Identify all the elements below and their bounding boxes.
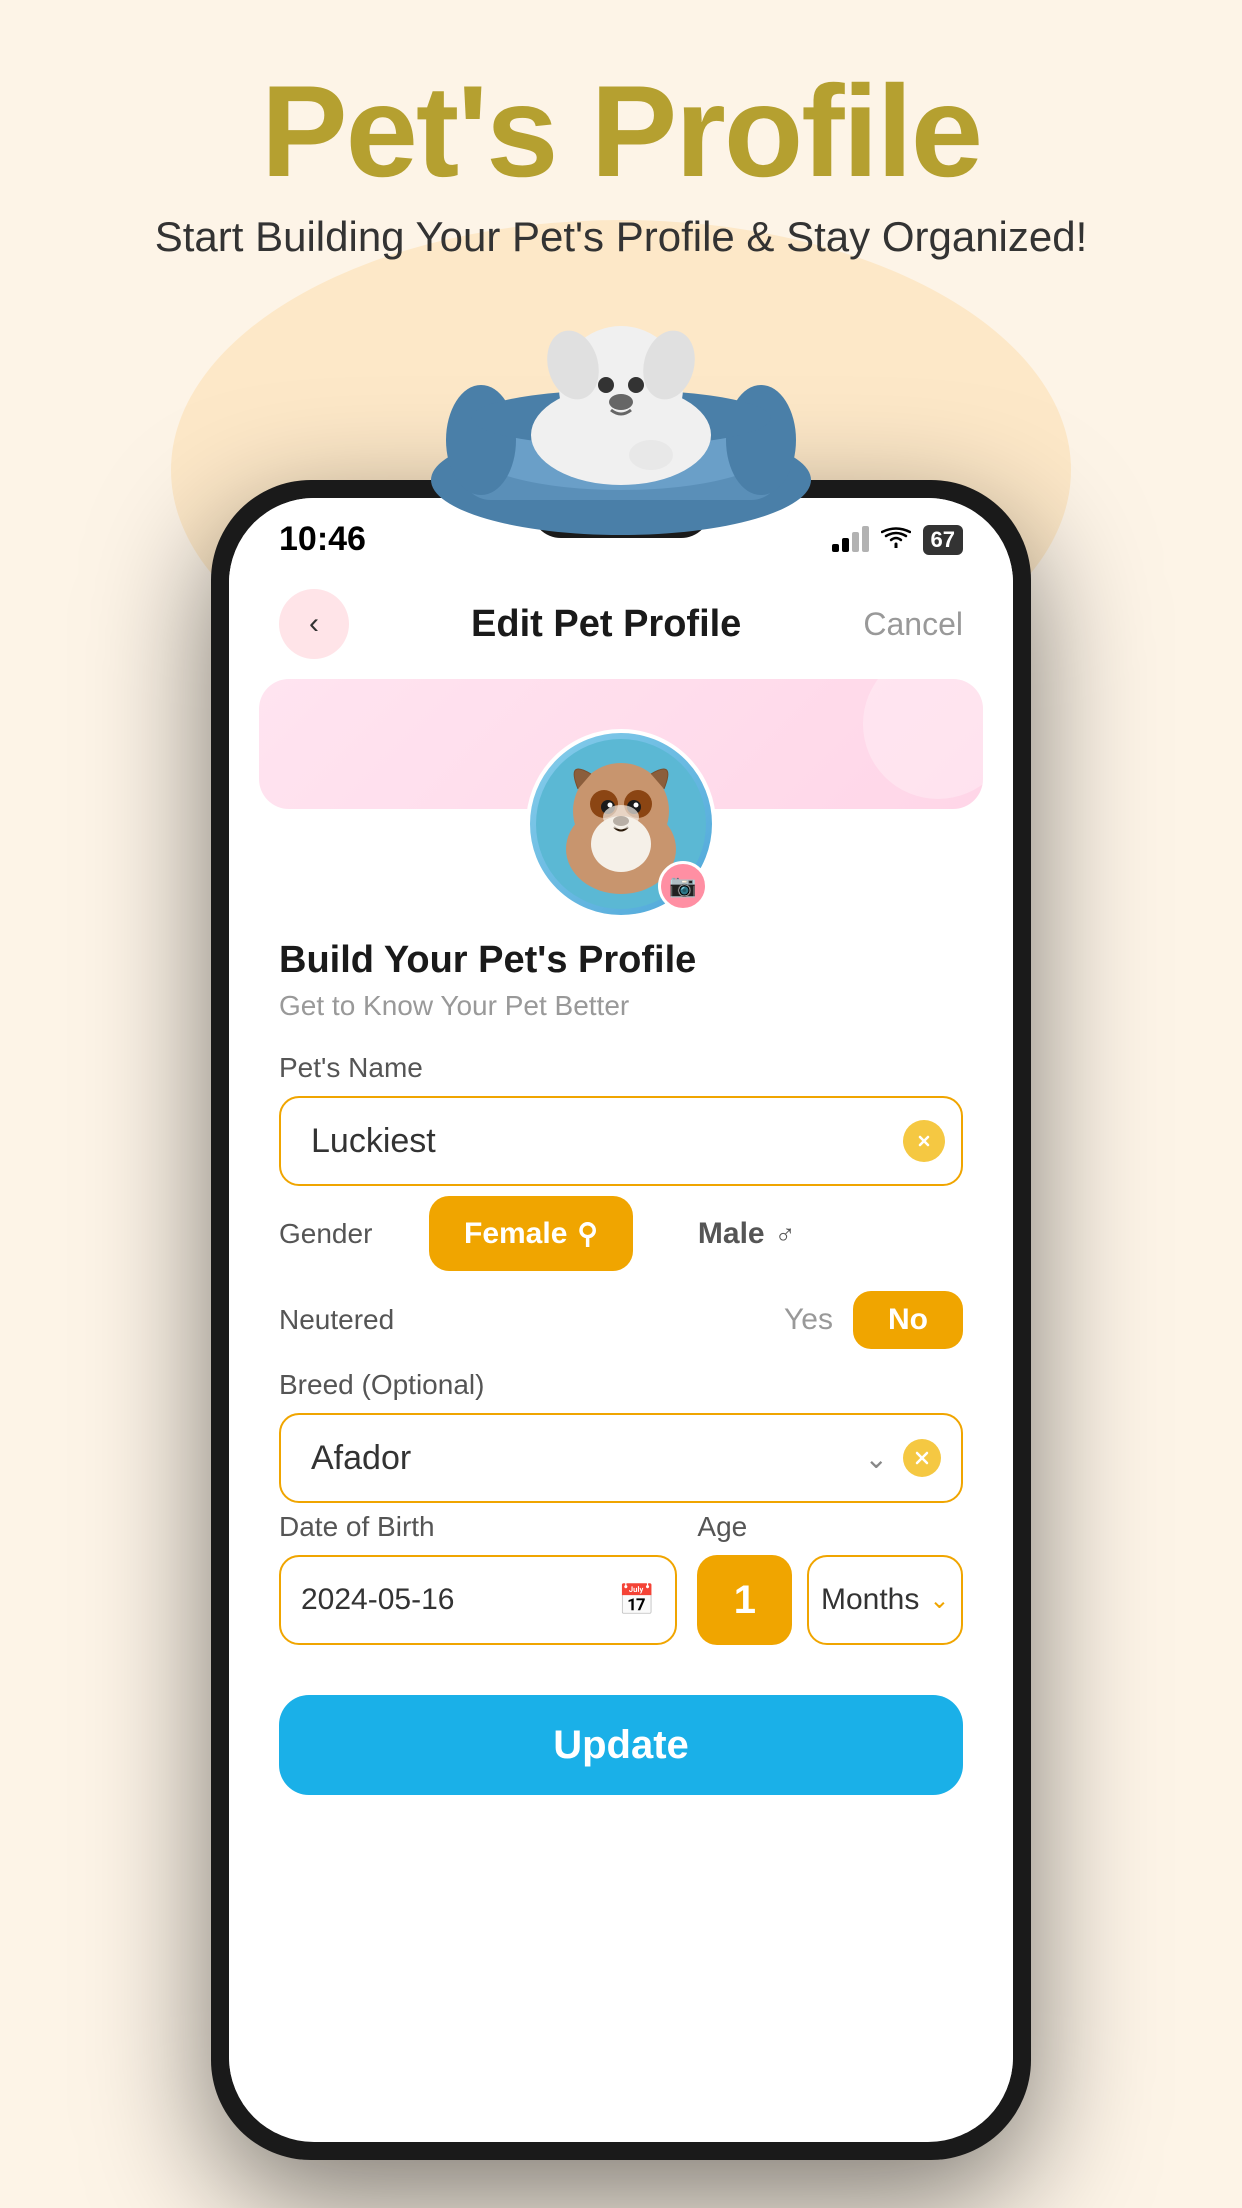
date-age-row: Date of Birth 2024-05-16 📅 Age 1 xyxy=(279,1511,963,1645)
female-symbol-icon: ⚲ xyxy=(577,1217,598,1250)
neutered-toggle-group: Yes No xyxy=(784,1291,963,1349)
age-unit-value: Months xyxy=(821,1583,919,1617)
gender-row: Gender Female ⚲ Male ♂ xyxy=(279,1196,963,1271)
nav-title: Edit Pet Profile xyxy=(471,603,741,646)
page-title: Pet's Profile xyxy=(0,60,1242,203)
back-button[interactable]: ‹ xyxy=(279,589,349,659)
cancel-button[interactable]: Cancel xyxy=(863,606,963,643)
dog-illustration xyxy=(411,240,831,540)
wifi-icon xyxy=(881,524,911,555)
breed-clear-button[interactable] xyxy=(903,1439,941,1477)
header-section: Pet's Profile Start Building Your Pet's … xyxy=(0,60,1242,261)
chevron-down-icon: ⌄ xyxy=(865,1442,888,1475)
dob-label: Date of Birth xyxy=(279,1511,677,1543)
age-number-box[interactable]: 1 xyxy=(697,1555,792,1645)
age-number-value: 1 xyxy=(734,1578,756,1623)
gender-male-button[interactable]: Male ♂ xyxy=(663,1196,831,1271)
age-unit-dropdown[interactable]: Months ⌄ xyxy=(807,1555,963,1645)
neutered-row: Neutered Yes No xyxy=(279,1291,963,1349)
signal-icon xyxy=(832,528,869,552)
form-section: Build Your Pet's Profile Get to Know You… xyxy=(229,919,1013,1675)
phone-device: 10:46 xyxy=(211,480,1031,2160)
camera-badge[interactable]: 📷 xyxy=(658,861,708,911)
form-subheading: Get to Know Your Pet Better xyxy=(279,990,963,1022)
update-button[interactable]: Update xyxy=(279,1695,963,1795)
age-chevron-icon: ⌄ xyxy=(929,1586,949,1615)
neutered-no-button[interactable]: No xyxy=(853,1291,963,1349)
calendar-icon: 📅 xyxy=(618,1583,655,1618)
age-section: Age 1 Months ⌄ xyxy=(697,1511,963,1645)
breed-label: Breed (Optional) xyxy=(279,1369,963,1401)
update-button-label: Update xyxy=(553,1723,689,1768)
clear-icon xyxy=(916,1133,932,1149)
age-label: Age xyxy=(697,1511,963,1543)
breed-value: Afador xyxy=(311,1439,411,1478)
breed-dropdown[interactable]: Afador ⌄ xyxy=(279,1413,963,1503)
status-time: 10:46 xyxy=(279,520,366,559)
camera-icon: 📷 xyxy=(669,873,696,899)
pet-name-label: Pet's Name xyxy=(279,1052,963,1084)
status-icons: 67 xyxy=(832,524,963,555)
pet-name-input[interactable]: Luckiest xyxy=(279,1096,963,1186)
neutered-yes-button[interactable]: Yes xyxy=(784,1303,833,1337)
pet-name-clear-button[interactable] xyxy=(903,1120,945,1162)
nav-bar: ‹ Edit Pet Profile Cancel xyxy=(229,569,1013,679)
avatar-container: 📷 xyxy=(526,729,716,919)
dob-value: 2024-05-16 xyxy=(301,1583,454,1617)
pet-name-field: Luckiest xyxy=(279,1096,963,1186)
age-row: 1 Months ⌄ xyxy=(697,1555,963,1645)
avatar-section: 📷 xyxy=(229,729,1013,919)
back-arrow-icon: ‹ xyxy=(309,607,319,641)
male-symbol-icon: ♂ xyxy=(775,1218,796,1250)
neutered-label: Neutered xyxy=(279,1304,784,1336)
breed-dropdown-controls: ⌄ xyxy=(865,1439,941,1477)
app-content: ‹ Edit Pet Profile Cancel xyxy=(229,569,1013,2133)
dob-input[interactable]: 2024-05-16 📅 xyxy=(279,1555,677,1645)
breed-clear-icon xyxy=(914,1450,930,1466)
gender-female-button[interactable]: Female ⚲ xyxy=(429,1196,633,1271)
battery-icon: 67 xyxy=(923,525,963,555)
gender-label: Gender xyxy=(279,1218,399,1250)
form-heading: Build Your Pet's Profile xyxy=(279,939,963,982)
date-section: Date of Birth 2024-05-16 📅 xyxy=(279,1511,677,1645)
